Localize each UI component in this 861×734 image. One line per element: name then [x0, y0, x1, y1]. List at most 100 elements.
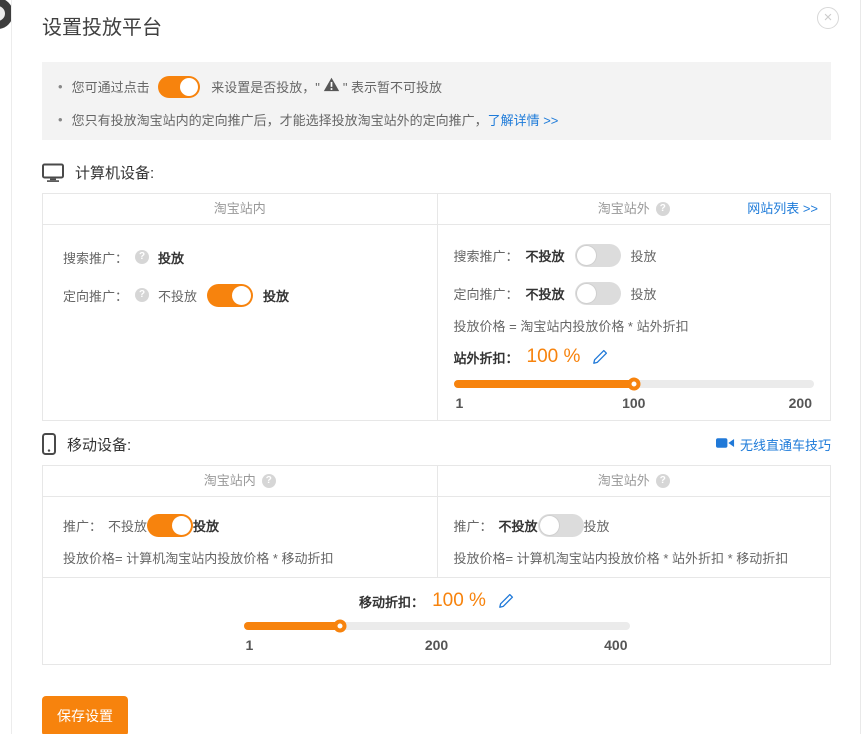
- close-icon[interactable]: [817, 7, 839, 29]
- mobile-table-header: 淘宝站内 淘宝站外: [43, 466, 830, 497]
- on-label: 投放: [631, 246, 657, 265]
- target-promo-label: 定向推广：: [63, 286, 128, 305]
- header-label: 淘宝站内: [214, 194, 266, 224]
- computer-table: 淘宝站内 淘宝站外 网站列表 >> 搜索推广： 投放 定向推广：: [42, 193, 831, 421]
- page-title: 设置投放平台: [42, 0, 831, 42]
- notice-box: 您可通过点击 来设置是否投放，" " 表示暂不可投放 您只有投放淘宝站内的定向推…: [42, 62, 831, 140]
- computer-table-body: 搜索推广： 投放 定向推广： 不投放 投放 搜索推广：: [43, 225, 830, 420]
- monitor-icon: [42, 163, 64, 182]
- scale-max: 200: [789, 395, 812, 411]
- computer-onsite-header: 淘宝站内: [43, 194, 437, 224]
- notice-line-2: 您只有投放淘宝站内的定向推广后，才能选择投放淘宝站外的定向推广， 了解详情 >>: [58, 109, 813, 129]
- mobile-section-title: 移动设备:: [67, 434, 131, 455]
- mobile-offsite-header: 淘宝站外: [437, 466, 831, 496]
- computer-offsite-cell: 搜索推广： 不投放 投放 定向推广： 不投放 投放 投放价格 = 淘宝站内投放价…: [437, 225, 831, 420]
- save-settings-button[interactable]: 保存设置: [42, 696, 128, 734]
- offsite-discount-row: 站外折扣： 100 %: [454, 340, 815, 374]
- screen: 设置投放平台 您可通过点击 来设置是否投放，" " 表示暂不可投放 您只有投放淘…: [0, 0, 861, 734]
- help-icon[interactable]: [135, 288, 149, 302]
- offsite-price-formula: 投放价格 = 淘宝站内投放价格 * 站外折扣: [454, 314, 815, 340]
- onsite-search-row: 搜索推广： 投放: [63, 238, 417, 276]
- slider-handle[interactable]: [334, 620, 347, 633]
- search-promo-state: 投放: [158, 248, 184, 267]
- slider-fill: [244, 622, 341, 630]
- wireless-tips-label: 无线直通车技巧: [740, 435, 831, 454]
- warning-icon: [323, 77, 340, 95]
- help-icon[interactable]: [656, 202, 670, 216]
- computer-offsite-search-toggle[interactable]: [575, 244, 621, 267]
- on-label: 投放: [193, 516, 219, 535]
- computer-section-title: 计算机设备:: [75, 162, 154, 183]
- notice-text: 您只有投放淘宝站内的定向推广后，才能选择投放淘宝站外的定向推广，: [72, 110, 488, 129]
- promo-label: 推广：: [454, 516, 493, 535]
- slider-fill: [454, 380, 634, 388]
- search-promo-label: 搜索推广：: [63, 248, 128, 267]
- target-promo-label: 定向推广：: [454, 284, 519, 303]
- mobile-table-body: 推广： 不投放 投放 投放价格= 计算机淘宝站内投放价格 * 移动折扣 推广： …: [43, 497, 830, 577]
- offsite-search-row: 搜索推广： 不投放 投放: [454, 236, 815, 274]
- off-label: 不投放: [108, 516, 147, 535]
- computer-onsite-target-toggle[interactable]: [207, 284, 253, 307]
- slider-handle[interactable]: [627, 378, 640, 391]
- site-list-link[interactable]: 网站列表 >>: [747, 194, 818, 224]
- mobile-discount-value: 100 %: [432, 590, 486, 612]
- mobile-onsite-promo-row: 推广： 不投放 投放: [63, 507, 417, 543]
- header-label: 淘宝站内: [204, 466, 256, 496]
- edit-icon[interactable]: [498, 593, 514, 609]
- placement-settings-modal: 设置投放平台 您可通过点击 来设置是否投放，" " 表示暂不可投放 您只有投放淘…: [11, 0, 861, 734]
- off-label: 不投放: [499, 516, 538, 535]
- off-label: 不投放: [526, 284, 565, 303]
- computer-table-header: 淘宝站内 淘宝站外 网站列表 >>: [43, 194, 830, 225]
- mobile-onsite-toggle[interactable]: [147, 514, 193, 537]
- bullet-icon: [58, 79, 63, 94]
- scale-mid: 100: [622, 395, 645, 411]
- mobile-offsite-promo-row: 推广： 不投放 投放: [454, 507, 815, 543]
- mobile-onsite-header: 淘宝站内: [43, 466, 437, 496]
- example-toggle[interactable]: [158, 76, 200, 98]
- scale-min: 1: [456, 395, 464, 411]
- promo-label: 推广：: [63, 516, 102, 535]
- on-label: 投放: [631, 284, 657, 303]
- offsite-slider-scale: 1 100 200: [454, 395, 815, 412]
- notice-text: " 表示暂不可投放: [343, 77, 442, 96]
- mobile-section-heading: 移动设备: 无线直通车技巧: [42, 431, 831, 457]
- mobile-table: 淘宝站内 淘宝站外 推广： 不投放 投放 投放价格= 计算机淘宝站内投放价格 *…: [42, 465, 831, 665]
- edit-icon[interactable]: [592, 349, 608, 365]
- scale-max: 400: [604, 637, 627, 653]
- help-icon[interactable]: [262, 474, 276, 488]
- search-promo-label: 搜索推广：: [454, 246, 519, 265]
- off-label: 不投放: [158, 286, 197, 305]
- mobile-discount-slider[interactable]: [244, 622, 630, 630]
- video-icon: [716, 437, 735, 452]
- mobile-offsite-formula: 投放价格= 计算机淘宝站内投放价格 * 站外折扣 * 移动折扣: [454, 549, 815, 569]
- mobile-discount-line: 移动折扣： 100 %: [43, 586, 830, 616]
- mobile-discount-row: 移动折扣： 100 % 1 200 400: [43, 577, 830, 664]
- off-label: 不投放: [526, 246, 565, 265]
- offsite-discount-slider[interactable]: [454, 380, 815, 388]
- computer-onsite-cell: 搜索推广： 投放 定向推广： 不投放 投放: [43, 225, 437, 420]
- phone-icon: [42, 433, 56, 455]
- bullet-icon: [58, 112, 63, 127]
- header-label: 淘宝站外: [598, 466, 650, 496]
- mobile-discount-label: 移动折扣：: [359, 592, 424, 611]
- computer-section-heading: 计算机设备:: [42, 159, 831, 185]
- notice-text: 您可通过点击: [72, 77, 150, 96]
- offsite-discount-value: 100 %: [527, 346, 581, 368]
- learn-more-link[interactable]: 了解详情 >>: [488, 110, 559, 129]
- scale-min: 1: [246, 637, 254, 653]
- computer-offsite-target-toggle[interactable]: [575, 282, 621, 305]
- help-icon[interactable]: [135, 250, 149, 264]
- header-label: 淘宝站外: [598, 194, 650, 224]
- mobile-slider-scale: 1 200 400: [244, 637, 630, 654]
- wireless-tips-link[interactable]: 无线直通车技巧: [716, 435, 831, 454]
- mobile-offsite-toggle[interactable]: [538, 514, 584, 537]
- on-label: 投放: [263, 286, 289, 305]
- mobile-offsite-cell: 推广： 不投放 投放 投放价格= 计算机淘宝站内投放价格 * 站外折扣 * 移动…: [437, 497, 831, 577]
- mobile-onsite-formula: 投放价格= 计算机淘宝站内投放价格 * 移动折扣: [63, 549, 417, 569]
- notice-text: 来设置是否投放，": [208, 77, 320, 96]
- onsite-target-row: 定向推广： 不投放 投放: [63, 276, 417, 314]
- help-icon[interactable]: [656, 474, 670, 488]
- mobile-onsite-cell: 推广： 不投放 投放 投放价格= 计算机淘宝站内投放价格 * 移动折扣: [43, 497, 437, 577]
- offsite-target-row: 定向推广： 不投放 投放: [454, 274, 815, 312]
- offsite-discount-label: 站外折扣：: [454, 348, 519, 367]
